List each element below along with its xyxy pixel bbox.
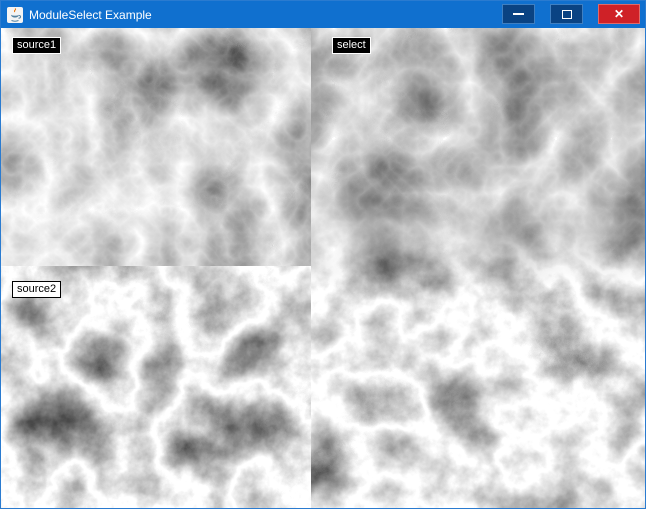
window-controls: ✕ xyxy=(502,4,640,24)
label-source1: source1 xyxy=(12,37,61,54)
minimize-button[interactable] xyxy=(502,4,535,24)
java-app-icon xyxy=(7,7,23,23)
window-title: ModuleSelect Example xyxy=(29,8,152,22)
titlebar[interactable]: ModuleSelect Example ✕ xyxy=(1,1,645,28)
app-window: ModuleSelect Example ✕ xyxy=(0,0,646,509)
noise-texture-image xyxy=(1,28,645,508)
minimize-icon xyxy=(513,13,524,15)
label-source2: source2 xyxy=(12,281,61,298)
close-button[interactable]: ✕ xyxy=(598,4,640,24)
noise-canvas: source1 select source2 xyxy=(1,28,645,508)
maximize-icon xyxy=(562,10,572,19)
close-icon: ✕ xyxy=(614,8,624,20)
label-select: select xyxy=(332,37,371,54)
maximize-button[interactable] xyxy=(550,4,583,24)
